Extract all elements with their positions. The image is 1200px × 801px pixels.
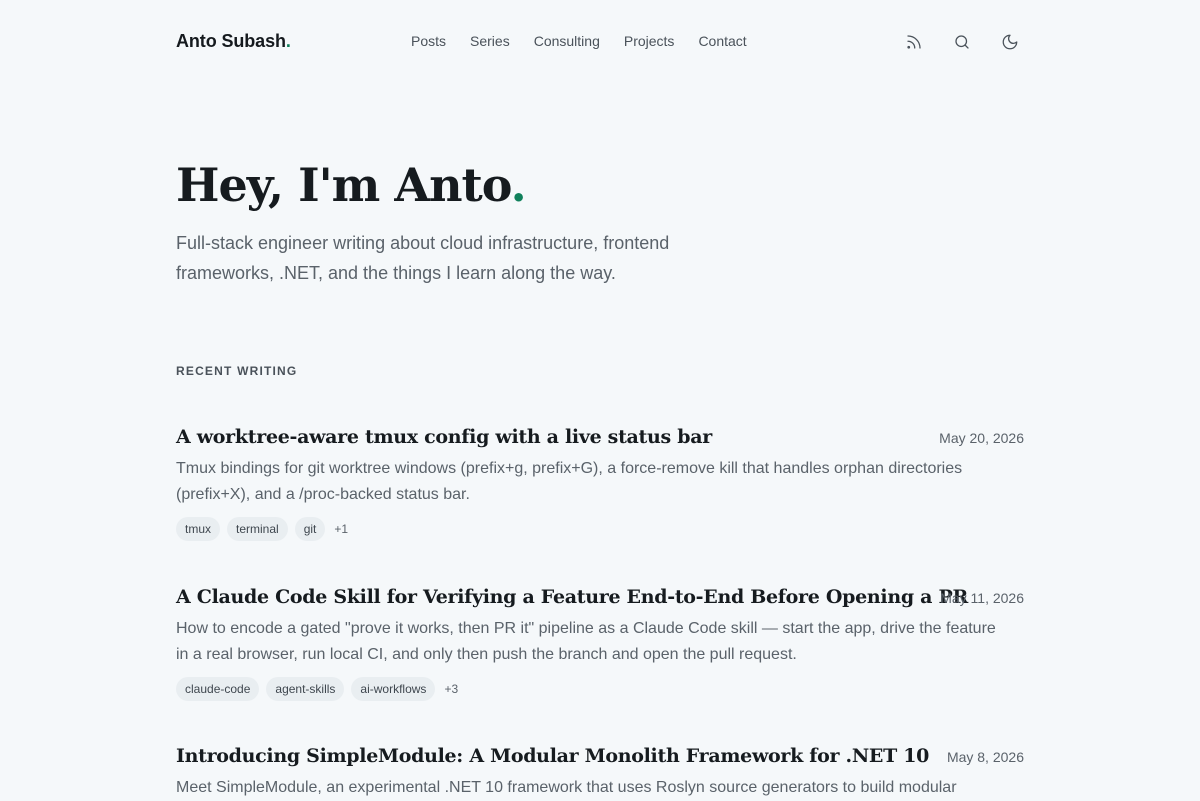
- nav-consulting[interactable]: Consulting: [534, 33, 600, 49]
- nav-contact[interactable]: Contact: [698, 33, 746, 49]
- tag-more-count: +3: [444, 682, 459, 696]
- post-title[interactable]: Introducing SimpleModule: A Modular Mono…: [176, 745, 1024, 767]
- post-date: May 8, 2026: [946, 749, 1024, 765]
- search-icon: [955, 35, 969, 49]
- tag[interactable]: agent-skills: [266, 677, 345, 701]
- hero-subtitle: Full-stack engineer writing about cloud …: [176, 233, 670, 283]
- post-date: May 11, 2026: [940, 590, 1024, 606]
- post-title[interactable]: A Claude Code Skill for Verifying a Feat…: [176, 586, 1024, 608]
- header-actions: [880, 28, 1024, 56]
- post-tags: tmux terminal git +1: [176, 517, 1024, 541]
- post-item: Introducing SimpleModule: A Modular Mono…: [176, 745, 1024, 801]
- hero-title: Hey, I'm Anto.: [176, 158, 527, 212]
- tag[interactable]: terminal: [227, 517, 288, 541]
- site-brand[interactable]: Anto Subash.: [176, 31, 291, 52]
- tag[interactable]: ai-workflows: [351, 677, 436, 701]
- tag[interactable]: git: [294, 517, 326, 541]
- nav-posts[interactable]: Posts: [411, 33, 446, 49]
- site-header: Anto Subash. Posts Series Consulting Pro…: [176, 0, 1024, 84]
- post-excerpt: Meet SimpleModule, an experimental .NET …: [176, 779, 957, 796]
- tag-more-count: +1: [334, 522, 349, 536]
- theme-toggle-button[interactable]: [996, 28, 1024, 56]
- post-item: A Claude Code Skill for Verifying a Feat…: [176, 586, 1024, 701]
- moon-icon: [1002, 34, 1018, 50]
- rss-button[interactable]: [900, 28, 928, 56]
- nav-series[interactable]: Series: [470, 33, 510, 49]
- post-date: May 20, 2026: [939, 430, 1024, 446]
- search-button[interactable]: [948, 28, 976, 56]
- nav-projects[interactable]: Projects: [624, 33, 675, 49]
- tag[interactable]: claude-code: [176, 677, 260, 701]
- brand-name: Anto Subash: [176, 31, 286, 51]
- post-excerpt: Tmux bindings for git worktree windows (…: [176, 460, 963, 503]
- post-excerpt: How to encode a gated "prove it works, t…: [176, 620, 996, 663]
- hero-title-dot: .: [510, 158, 527, 212]
- hero-title-text: Hey, I'm Anto: [176, 158, 512, 212]
- tag[interactable]: tmux: [176, 517, 221, 541]
- post-item: A worktree-aware tmux config with a live…: [176, 426, 1024, 541]
- section-label: RECENT WRITING: [176, 364, 298, 378]
- main-nav: Posts Series Consulting Projects Contact: [411, 33, 771, 49]
- rss-icon: [907, 35, 921, 49]
- post-tags: claude-code agent-skills ai-workflows +3: [176, 677, 1024, 701]
- brand-dot: .: [285, 31, 291, 51]
- post-title[interactable]: A worktree-aware tmux config with a live…: [176, 426, 1024, 448]
